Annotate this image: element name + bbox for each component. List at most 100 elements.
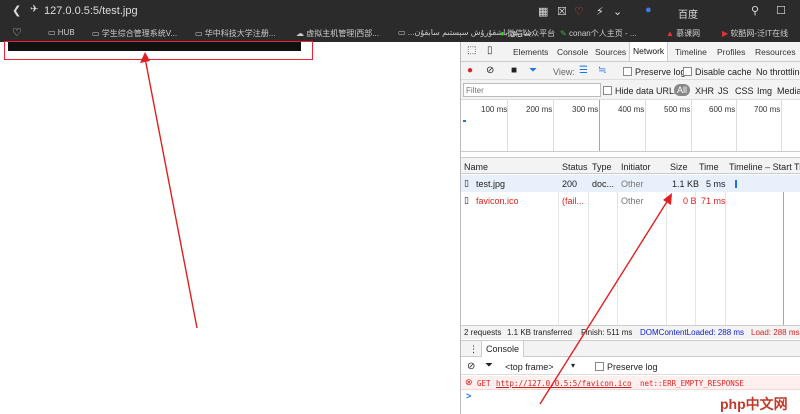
col-initiator[interactable]: Initiator [621,162,651,172]
error-url[interactable]: http://127.0.0.5:5/favicon.ico [496,379,631,388]
request-table-body: ▯ test.jpg 200 doc... Other 1.1 KB 5 ms … [461,175,800,325]
menu-icon[interactable]: ☐ [776,4,786,17]
disable-cache-checkbox[interactable]: Disable cache [683,67,752,77]
search-icon[interactable]: ⚲ [751,4,759,17]
overview-icon[interactable]: ≒ [598,65,606,76]
devtools-panel: ⬚ ▯ Elements Console Sources Network Tim… [460,42,800,414]
bookmark-ruanku[interactable]: ▶ 软酷网-泛IT在线 [722,28,788,39]
bookmark-label: conan个人主页 - ... [568,29,637,38]
network-summary: 2 requests 1.1 KB transferred Finish: 51… [461,325,800,339]
filter-bar: Hide data URLs All XHR JS CSS Img Media [461,80,800,100]
tab-network[interactable]: Network [629,42,669,61]
col-type[interactable]: Type [592,162,612,172]
bookmark-wechat[interactable]: ● 微信公众平台 [500,28,555,39]
tab-profiles[interactable]: Profiles [717,47,745,57]
summary-load: Load: 288 ms [751,328,800,337]
bookmark-hub[interactable]: ▭ HUB [48,28,75,37]
timeline-bar [463,120,466,122]
preserve-log-checkbox[interactable]: Preserve log [623,67,686,77]
inspect-icon[interactable]: ⬚ [467,45,476,56]
baidu-icon[interactable]: ● [645,4,652,16]
bookmark-vhost[interactable]: ☁ 虚拟主机管理|西部... [296,28,379,39]
filter-icon[interactable]: ⏷ [529,65,537,76]
hide-data-urls-label: Hide data URLs [615,86,679,96]
bookmark-conan[interactable]: ✎ conan个人主页 - ... [560,28,637,39]
checkbox-icon [623,67,632,76]
large-rows-icon[interactable]: ☰ [579,65,588,76]
clear-console-icon[interactable]: ⊘ [467,361,475,372]
search-engine-label[interactable]: 百度 [678,6,698,21]
record-icon[interactable]: ● [467,65,473,76]
timeline-tick: 200 ms [526,105,553,114]
preserve-log-label: Preserve log [607,362,658,372]
clear-icon[interactable]: ⊘ [486,65,494,76]
timeline-overview[interactable]: 100 ms 200 ms 300 ms 400 ms 500 ms 600 m… [461,100,800,152]
filter-xhr[interactable]: XHR [695,86,714,96]
col-timeline[interactable]: Timeline – Start Time [729,162,800,172]
tab-console-drawer[interactable]: Console [481,341,525,357]
bookmark-imooc[interactable]: ▲ 慕课网 [666,28,700,39]
tab-elements[interactable]: Elements [513,47,548,57]
address-bar[interactable]: 127.0.0.5:5/test.jpg [44,5,138,17]
error-method: GET [477,379,491,388]
table-row[interactable]: ▯ favicon.ico (fail... Other 0 B 71 ms [461,192,800,209]
checkbox-icon [595,362,604,371]
request-time: 5 ms [706,179,726,189]
grid-line [736,100,737,151]
bookmark-label: 软酷网-泛IT在线 [730,29,789,38]
frame-select[interactable]: <top frame> [505,362,554,372]
col-size[interactable]: Size [670,162,688,172]
camera-icon[interactable]: ■ [511,65,517,76]
drawer-menu-icon[interactable]: ⋮ [469,344,478,355]
view-label: View: [553,67,575,77]
request-type: doc... [592,179,615,189]
filter-all[interactable]: All [674,84,691,96]
table-row[interactable]: ▯ test.jpg 200 doc... Other 1.1 KB 5 ms [461,175,800,192]
favorites-icon[interactable]: ♡ [12,26,22,39]
filter-input[interactable] [463,83,601,97]
tab-resources[interactable]: Resources [755,47,796,57]
col-time[interactable]: Time [699,162,719,172]
bookmark-hust[interactable]: ▭ 华中科技大学注册... [195,28,275,39]
qr-icon[interactable]: ▦ [538,5,548,18]
filter-js[interactable]: JS [718,86,729,96]
hide-data-urls-checkbox[interactable]: Hide data URLs [603,86,679,96]
disable-cache-label: Disable cache [695,67,752,77]
bookmark-label: 微信公众平台 [507,29,556,38]
filter-img[interactable]: Img [757,86,772,96]
console-preserve-log-checkbox[interactable]: Preserve log [595,362,658,372]
watermark-logo: php中文网 [716,394,792,414]
filter-icon[interactable]: ⏷ [485,360,493,371]
rocket-icon: ✈ [30,4,39,15]
throttling-select[interactable]: No throttling [756,67,800,77]
bookmark-label: 学生综合管理系统V... [101,29,178,38]
tab-sources[interactable]: Sources [595,47,626,57]
col-name[interactable]: Name [464,162,488,172]
chevron-down-icon[interactable]: ▾ [571,361,575,370]
col-status[interactable]: Status [562,162,588,172]
load-marker [599,100,600,151]
request-time: 71 ms [701,196,726,206]
bookmark-label: 慕课网 [676,29,701,38]
device-icon[interactable]: ▯ [487,45,493,56]
request-initiator: Other [621,179,644,189]
timeline-tick: 100 ms [481,105,508,114]
bookmark-student-system[interactable]: ▭ 学生综合管理系统V... [92,28,177,39]
checkbox-icon [683,67,692,76]
network-toolbar: ● ⊘ ■ ⏷ View: ☰ ≒ Preserve log Disable c… [461,62,800,80]
timeline-tick: 400 ms [618,105,645,114]
filter-css[interactable]: CSS [735,86,754,96]
lightning-icon[interactable]: ⚡ [596,5,604,18]
back-icon[interactable]: ❮ [12,4,21,17]
bookmark-label: HUB [57,28,75,37]
close-box-icon[interactable]: ☒ [557,5,567,18]
heart-icon[interactable]: ♡ [574,5,584,18]
summary-requests: 2 requests [464,328,502,337]
filter-media[interactable]: Media [777,86,800,96]
preserve-log-label: Preserve log [635,67,686,77]
tab-console[interactable]: Console [557,47,588,57]
grid-line [691,100,692,151]
file-icon: ▯ [464,178,469,188]
tab-timeline[interactable]: Timeline [675,47,707,57]
chevron-down-icon[interactable]: ⌄ [613,5,622,18]
